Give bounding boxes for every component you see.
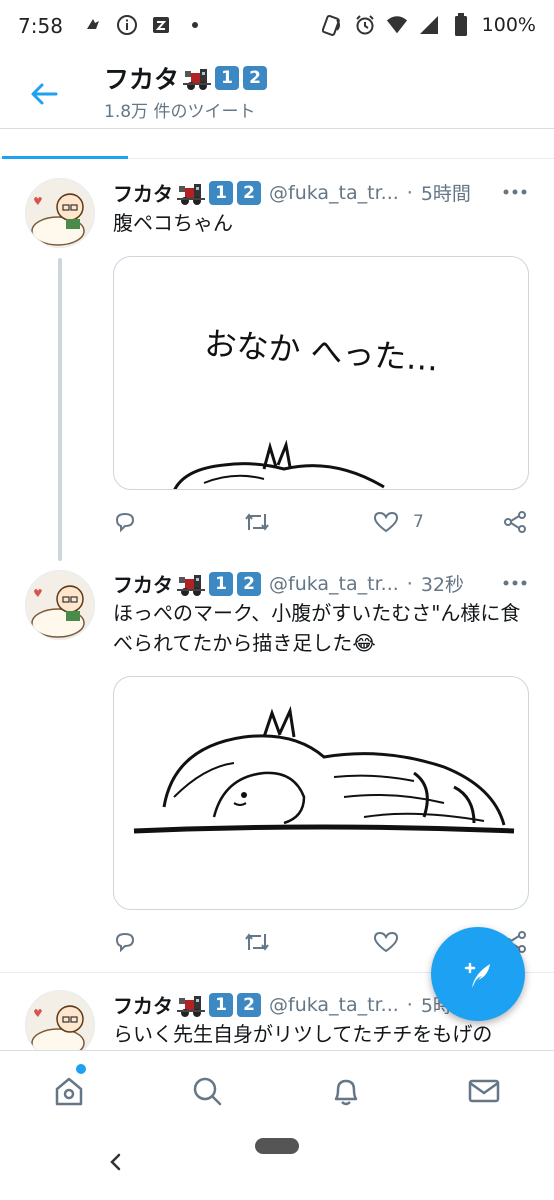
arrow-left-icon xyxy=(31,83,58,105)
page-title: フカタ 1 2 xyxy=(104,60,268,96)
dot-icon xyxy=(184,14,206,36)
nav-home[interactable] xyxy=(47,1069,91,1113)
profile-name: フカタ xyxy=(104,65,180,94)
avatar-illustration xyxy=(31,193,85,246)
chevron-left-icon xyxy=(110,1153,121,1171)
search-icon xyxy=(193,1077,222,1106)
tweet-header: フカタ 1 2 @fuka_ta_tr... · 5時間 xyxy=(113,178,471,207)
keycap-1-badge: 1 xyxy=(215,66,240,90)
avatar[interactable] xyxy=(25,570,95,640)
retweet-icon xyxy=(245,933,269,951)
more-options-button[interactable] xyxy=(500,182,530,202)
tweet-image[interactable] xyxy=(113,676,529,910)
system-back-button[interactable] xyxy=(103,1150,127,1174)
keycap-2-badge: 2 xyxy=(243,66,268,90)
tweet-text: ほっぺのマーク、小腹がすいたむさ"ん様に食べられてたから描き足した😂 xyxy=(113,601,521,655)
author-name[interactable]: フカタ xyxy=(113,990,173,1019)
keycap-1-badge: 1 xyxy=(209,571,233,596)
nav-messages[interactable] xyxy=(462,1069,506,1113)
separator-dot: · xyxy=(406,572,413,595)
reply-icon xyxy=(115,932,135,953)
more-options-button[interactable] xyxy=(500,573,530,593)
train-emoji-icon xyxy=(177,992,205,1018)
keycap-1-badge: 1 xyxy=(209,992,233,1017)
retweet-button[interactable] xyxy=(243,927,271,957)
home-icon xyxy=(55,1077,83,1106)
reply-button[interactable] xyxy=(113,927,137,957)
battery-level: 100% xyxy=(481,14,536,36)
reply-icon xyxy=(115,512,135,533)
nfc-icon xyxy=(321,14,344,36)
sleeping-girl-drawing xyxy=(133,705,515,834)
separator-dot: · xyxy=(406,181,413,204)
status-bar: 7:58 100% xyxy=(0,0,554,56)
tweet-actions: 7 xyxy=(113,507,533,537)
heart-icon xyxy=(373,511,399,533)
bottom-navigation xyxy=(0,1050,554,1128)
alarm-icon xyxy=(354,14,376,36)
more-icon xyxy=(503,189,527,195)
train-emoji-icon xyxy=(177,571,205,597)
tweet-count: 1.8万 件のツイート xyxy=(104,102,256,122)
system-navigation-bar xyxy=(0,1128,554,1200)
compose-feather-icon xyxy=(464,962,490,988)
reply-button[interactable] xyxy=(113,507,137,537)
profile-header: フカタ 1 2 1.8万 件のツイート xyxy=(0,56,554,128)
tweet-header: フカタ 1 2 @fuka_ta_tr... · 32秒 xyxy=(113,569,464,598)
header-divider xyxy=(0,128,554,129)
notification-dot xyxy=(76,1064,86,1074)
signal-icon xyxy=(418,14,440,36)
notifications-icon xyxy=(334,1079,358,1106)
keycap-2-badge: 2 xyxy=(237,571,261,596)
info-icon xyxy=(116,14,138,36)
nav-search[interactable] xyxy=(185,1069,229,1113)
nav-notifications[interactable] xyxy=(324,1069,368,1113)
like-count: 7 xyxy=(413,512,424,532)
tab-indicator xyxy=(2,156,128,159)
keycap-2-badge: 2 xyxy=(237,180,261,205)
messages-icon xyxy=(468,1079,500,1103)
heart-icon xyxy=(373,931,399,953)
author-name[interactable]: フカタ xyxy=(113,569,173,598)
battery-icon xyxy=(450,13,472,36)
like-button[interactable] xyxy=(373,927,413,957)
share-button[interactable] xyxy=(503,507,527,537)
share-icon xyxy=(504,511,526,533)
retweet-button[interactable] xyxy=(243,507,271,537)
avatar-illustration xyxy=(31,585,85,638)
author-handle[interactable]: @fuka_ta_tr... xyxy=(269,994,399,1016)
train-emoji-icon xyxy=(183,65,212,91)
tweet-text: 腹ペコちゃん xyxy=(113,211,233,235)
keycap-2-badge: 2 xyxy=(237,992,261,1017)
tweet-image[interactable]: おなか へった… xyxy=(113,256,529,490)
hungry-girl-drawing: おなか へった… xyxy=(173,324,440,489)
like-button[interactable]: 7 xyxy=(373,507,424,537)
tweet-age[interactable]: 32秒 xyxy=(421,570,464,597)
avatar[interactable] xyxy=(25,178,95,248)
separator-dot: · xyxy=(406,993,413,1016)
author-handle[interactable]: @fuka_ta_tr... xyxy=(269,573,399,595)
compose-tweet-button[interactable] xyxy=(431,927,525,1021)
wifi-icon xyxy=(386,14,408,36)
home-gesture-pill[interactable] xyxy=(255,1138,299,1154)
more-icon xyxy=(503,580,527,586)
train-emoji-icon xyxy=(177,180,205,206)
author-handle[interactable]: @fuka_ta_tr... xyxy=(269,182,399,204)
image-caption-text: おなか へった… xyxy=(203,324,439,378)
keycap-1-badge: 1 xyxy=(209,180,233,205)
app-notification-icon xyxy=(150,14,172,36)
back-button[interactable] xyxy=(22,72,66,116)
nfc-tap-icon xyxy=(82,14,104,36)
tweet-age[interactable]: 5時間 xyxy=(421,179,471,206)
status-time: 7:58 xyxy=(18,14,63,38)
tweet-text: らいく先生自身がリツしてたチチをもげの xyxy=(113,1022,493,1046)
retweet-icon xyxy=(245,513,269,531)
tweet-header: フカタ 1 2 @fuka_ta_tr... · 5時 xyxy=(113,990,452,1019)
author-name[interactable]: フカタ xyxy=(113,178,173,207)
thread-line xyxy=(58,258,62,561)
